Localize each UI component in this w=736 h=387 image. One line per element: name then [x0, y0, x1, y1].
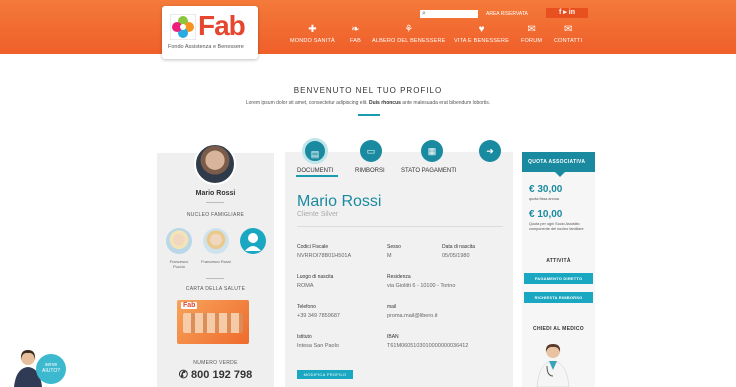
field-label: Codici Fiscale: [297, 244, 329, 250]
field-label: Telefono: [297, 304, 316, 310]
nav-item-label: FAB: [350, 38, 361, 44]
card-photo: [183, 313, 243, 333]
field-value: M: [387, 253, 392, 259]
field-value: +39 349 7859687: [297, 313, 340, 319]
membership-header: QUOTA ASSOCIATIVA: [522, 152, 595, 172]
family-avatar[interactable]: [203, 228, 229, 254]
divider: [206, 278, 224, 279]
folder-icon[interactable]: ▤: [302, 138, 328, 164]
nav-item-fab[interactable]: ❧ FAB: [350, 24, 361, 44]
tab-documenti[interactable]: DOCUMENTI: [297, 168, 333, 174]
leaf-icon: ❧: [351, 24, 360, 35]
subtitle-start: Lorem ipsum dolor sit amet, consectetur …: [245, 100, 369, 106]
add-family-avatar[interactable]: [240, 228, 266, 254]
user-name: Mario Rossi: [195, 190, 236, 197]
annual-fee-note: quota fissa annua: [529, 197, 559, 201]
header-caret: [555, 172, 565, 177]
nav-item-label: FORUM: [521, 38, 543, 44]
field-value: ROMA: [297, 283, 314, 289]
help-button[interactable]: serve AIUTO?: [36, 354, 66, 384]
page-subtitle: Lorem ipsum dolor sit amet, consectetur …: [0, 100, 736, 106]
nav-item-forum[interactable]: ✉ FORUM: [521, 24, 542, 44]
nav-item-mondo-sanita[interactable]: ✚ MONDO SANITÀ: [290, 24, 335, 44]
tab-stato-pagamenti[interactable]: STATO PAGAMENTI: [401, 168, 457, 174]
field-value: via Giolitti 6 - 10100 - Torino: [387, 283, 456, 289]
card-label: CARTA DELLA SALUTE: [185, 286, 246, 292]
member-fee-note: Quota per ogni Socio Assistito component…: [529, 222, 584, 231]
direct-payment-button[interactable]: PAGAMENTO DIRETTO: [524, 273, 593, 284]
search-icon[interactable]: ⌕: [422, 10, 426, 18]
title-divider: [358, 114, 380, 116]
profile-details-panel: [285, 152, 513, 387]
edit-profile-button[interactable]: MODIFICA PROFILO: [297, 370, 353, 379]
doctor-image[interactable]: [533, 340, 573, 387]
field-label: mail: [387, 304, 397, 310]
mail-icon: ✉: [563, 24, 573, 35]
field-label: Data di nascita: [442, 244, 476, 250]
field-value: T61M0605103010000000036412: [387, 343, 469, 349]
cross-icon: ✚: [308, 24, 317, 35]
activity-heading: ATTIVITÀ: [546, 258, 571, 264]
family-avatar[interactable]: [166, 228, 192, 254]
nav-item-label: MONDO SANITÀ: [290, 38, 335, 44]
field-value: 05/05/1980: [442, 253, 470, 259]
divider: [297, 226, 503, 227]
card-logo: Fab: [181, 302, 198, 309]
field-label: IBAN: [387, 334, 399, 340]
tab-rimborsi[interactable]: RIMBORSI: [355, 168, 385, 174]
nav-item-label: ALBERO DEL BENESSERE: [372, 38, 446, 44]
field-label: Luogo di nascita: [297, 274, 334, 280]
social-links[interactable]: f ▸ in: [546, 8, 588, 18]
annual-fee-amount: € 30,00: [529, 184, 563, 195]
arrow-right-icon[interactable]: ➜: [479, 140, 501, 162]
user-icon: [245, 233, 261, 251]
member-fee-amount: € 10,00: [529, 209, 563, 220]
logo-subtitle: Fondo Assistenza e Benessere: [168, 44, 244, 50]
nav-item-vita[interactable]: ♥ VITA E BENESSERE: [454, 24, 509, 44]
tree-icon: ⚘: [404, 24, 414, 35]
field-value: proma.mail@libero.it: [387, 313, 438, 319]
heart-icon: ♥: [478, 24, 485, 35]
chat-icon: ✉: [527, 24, 536, 35]
nav-item-contatti[interactable]: ✉ CONTATTI: [554, 24, 582, 44]
top-header: Fab Fondo Assistenza e Benessere ⌕ AREA …: [0, 0, 736, 59]
field-value: Intesa San Paolo: [297, 343, 339, 349]
family-member-name: Francesco Puccio: [169, 259, 189, 269]
profile-plan: Cliente Silver: [297, 211, 339, 218]
field-value: NVRROI78B01H501A: [297, 253, 352, 259]
subtitle-bold: Duis rhoncus: [368, 100, 401, 106]
flower-logo-icon: [170, 14, 196, 40]
field-label: Sesso: [387, 244, 401, 250]
nav-item-label: VITA E BENESSERE: [454, 38, 510, 44]
search-input[interactable]: [420, 10, 478, 18]
avatar: [194, 143, 236, 185]
card-icon[interactable]: ▭: [360, 140, 382, 162]
subtitle-end: ante malesuada erat bibendum lobortis.: [400, 100, 491, 106]
divider: [206, 202, 224, 203]
active-tab-indicator: [296, 175, 338, 177]
area-riservata-link[interactable]: AREA RISERVATA: [486, 11, 528, 17]
help-line2: AIUTO?: [42, 368, 60, 374]
field-label: Istituto: [297, 334, 312, 340]
phone-number[interactable]: ✆ 800 192 798: [157, 368, 274, 381]
profile-name: Mario Rossi: [297, 193, 382, 210]
profile-sidebar: [157, 153, 274, 387]
page-title: BENVENUTO NEL TUO PROFILO: [293, 86, 443, 95]
phone-label: NUMERO VERDE: [193, 360, 238, 366]
ask-doctor-heading[interactable]: CHIEDI AL MEDICO: [522, 326, 595, 332]
reimbursement-request-button[interactable]: RICHIESTA RIMBORSO: [524, 292, 593, 303]
calendar-icon[interactable]: ▦: [421, 140, 443, 162]
logo[interactable]: Fab Fondo Assistenza e Benessere: [162, 6, 258, 59]
field-label: Residenza: [387, 274, 411, 280]
family-member-name: Francesco Rossi: [201, 259, 231, 264]
family-label: NUCLEO FAMIGLIARE: [186, 212, 245, 218]
nav-item-albero[interactable]: ⚘ ALBERO DEL BENESSERE: [372, 24, 446, 44]
nav-item-label: CONTATTI: [554, 38, 583, 44]
logo-text: Fab: [198, 10, 246, 41]
